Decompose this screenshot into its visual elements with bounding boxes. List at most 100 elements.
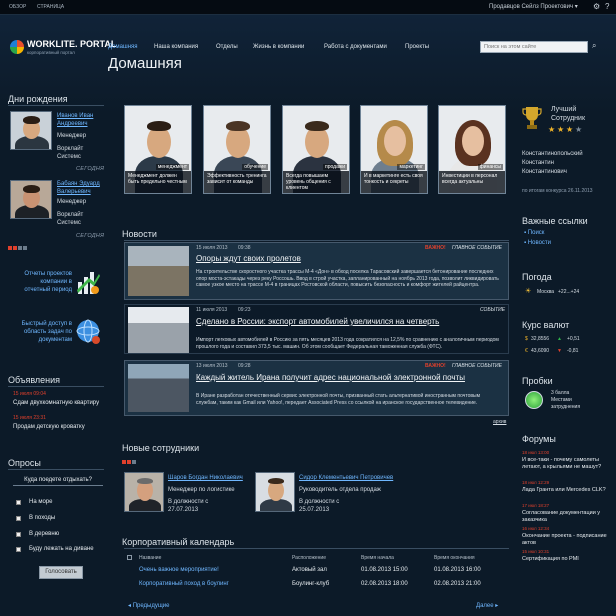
poll-option-checkbox[interactable] (16, 516, 21, 521)
divider (8, 105, 104, 106)
news-date: 13 июля 2013 (196, 363, 228, 369)
news-body: На строительстве скоростного участка тра… (196, 269, 499, 288)
news-item[interactable]: 15 июля 2013 09:38 ВАЖНО! ГЛАВНОЕ СОБЫТИ… (124, 242, 509, 300)
birthday-person-name[interactable]: Иванов Иван Андреевич (57, 112, 93, 128)
tile-tag: менеджмент (155, 164, 189, 170)
birthday-when: СЕГОДНЯ (76, 166, 105, 172)
sun-icon: ☀ (525, 288, 532, 295)
forum-topic[interactable]: И все-таки - почему самолеты летают, а к… (522, 457, 608, 471)
link-news[interactable]: ▪ Новости (524, 240, 551, 246)
news-body: Импорт легковых автомобилей в Россию за … (196, 337, 499, 350)
employee-name[interactable]: Шаров Богдан Николаевич (168, 474, 243, 482)
news-time: 09:28 (238, 363, 251, 369)
forum-topic[interactable]: Лада Гранта или Mercedes CLK? (522, 487, 608, 494)
tab-page[interactable]: СТРАНИЦА (37, 4, 64, 10)
select-all-checkbox[interactable] (127, 555, 132, 560)
category-tile[interactable]: финансы Инвестиции в персонал всегда акт… (438, 105, 506, 194)
news-item[interactable]: 11 июля 2013 09:23 СОБЫТИЕ Сделано в Рос… (124, 304, 509, 354)
avatar (10, 111, 52, 150)
search-input[interactable] (480, 41, 588, 53)
category-tile[interactable]: обучение Эффективность тренинга зависит … (203, 105, 271, 194)
tile-caption: И в маркетинге есть своя тонкость и секр… (361, 171, 427, 193)
logo-icon[interactable] (10, 40, 24, 54)
news-time: 09:23 (238, 307, 251, 313)
employee-since: В должности с 27.07.2013 (168, 499, 209, 513)
nav-home[interactable]: Домашняя (108, 44, 138, 50)
event-link[interactable]: Корпоративный поход в боулинг (139, 581, 229, 587)
event-link[interactable]: Очень важное мероприятие! (139, 567, 219, 573)
promo-tasks-link[interactable]: Быстрый доступ в область задач по документ… (10, 320, 72, 344)
nav-documents[interactable]: Работа с документами (324, 44, 387, 50)
column-header[interactable]: Время начала (361, 555, 394, 561)
user-menu[interactable]: Продавцов Сейлз Проектович ▾ (489, 3, 578, 10)
down-icon: ▼ (557, 348, 562, 354)
logo-subtitle: корпоративный портал (27, 50, 75, 55)
column-header[interactable]: Расположение (292, 555, 326, 561)
rates-title: Курс валют (522, 320, 570, 330)
birthday-person-company: Ворклайт Системс (57, 146, 84, 160)
news-title-link[interactable]: Каждый житель Ирана получит адрес национ… (196, 373, 465, 382)
ad-date: 15 июля 23:31 (13, 415, 46, 421)
event-location: Боулинг-клуб (292, 581, 330, 587)
event-location: Актовый зал (292, 567, 327, 573)
birthday-person-name[interactable]: Бабаян Эдуард Валерьевич (57, 180, 100, 196)
vote-button[interactable]: Голосовать (39, 566, 83, 579)
nav-life[interactable]: Жизнь в компании (253, 44, 304, 50)
gear-icon[interactable]: ⚙ (593, 2, 600, 11)
search-icon[interactable]: ⌕ (592, 41, 602, 53)
best-employee-name[interactable]: Константинопольский Константин Константино… (522, 150, 583, 177)
category-tile[interactable]: продажи Всегда повышаем уровень общения … (282, 105, 350, 194)
forum-topic[interactable]: Окончание проекта - подписание актов (522, 533, 608, 547)
weather-title: Погода (522, 272, 552, 282)
rate-delta: +0,51 (567, 336, 580, 342)
employee-role: Руководитель отдела продаж (299, 487, 381, 493)
tab-overview[interactable]: ОБЗОР (9, 4, 26, 10)
divider (8, 386, 104, 387)
next-page-link[interactable]: Далее ▸ (476, 602, 498, 609)
nav-projects[interactable]: Проекты (405, 44, 429, 50)
news-item[interactable]: 13 июля 2013 09:28 ВАЖНО! ГЛАВНОЕ СОБЫТИ… (124, 360, 509, 416)
traffic-light-icon (525, 391, 543, 409)
links-title: Важные ссылки (522, 216, 588, 226)
category-tile[interactable]: менеджмент Менеджмент должен быть предел… (124, 105, 192, 194)
avatar (255, 472, 295, 512)
forum-topic[interactable]: Согласование документации у заказчика (522, 510, 608, 524)
ad-item[interactable]: Продам детскую кроватку (13, 424, 85, 430)
news-title-link[interactable]: Опоры ждут своих пролетов (196, 254, 301, 263)
up-icon: ▲ (557, 336, 562, 342)
page-title: Домашняя (108, 55, 182, 72)
poll-option-checkbox[interactable] (16, 547, 21, 552)
employee-name[interactable]: Сидор Клементьевич Петровичев (299, 474, 393, 482)
promo-reports-link[interactable]: Отчеты проектов компании в отчетный период (10, 270, 72, 294)
column-header[interactable]: Время окончания (434, 555, 475, 561)
nav-company[interactable]: Наша компания (154, 44, 198, 50)
forum-topic[interactable]: Сертификация по PMI (522, 556, 608, 563)
poll-question: Куда поедете отдыхать? (13, 477, 103, 486)
column-header[interactable]: Название (139, 555, 161, 561)
poll-option-checkbox[interactable] (16, 500, 21, 505)
poll-title: Опросы (8, 458, 41, 468)
logo-text[interactable]: WORKLITE. PORTAL (27, 39, 116, 49)
poll-option-label: На море (29, 499, 53, 505)
top-bar: ОБЗОР СТРАНИЦА Продавцов Сейлз Проектови… (0, 0, 616, 15)
trophy-icon (522, 107, 542, 129)
prev-page-link[interactable]: ◂ Предыдущие (128, 602, 169, 609)
birthday-person-role: Менеджер (57, 133, 87, 139)
tile-caption: Всегда повышаем уровень общения с клиент… (283, 171, 349, 193)
nav-departments[interactable]: Отделы (216, 44, 238, 50)
weather-temp: +22...+24 (558, 289, 580, 295)
news-image (128, 246, 189, 296)
tile-caption: Менеджмент должен быть предельно честным (125, 171, 191, 193)
link-search[interactable]: ▪ Поиск (524, 230, 544, 236)
avatar (124, 472, 164, 512)
help-icon[interactable]: ? (605, 2, 609, 11)
ad-item[interactable]: Сдам двухкомнатную квартиру (13, 400, 99, 406)
tile-tag: маркетинг (397, 164, 425, 170)
rate-value: 32,8556 (531, 336, 550, 342)
divider (124, 548, 509, 549)
poll-option-checkbox[interactable] (16, 532, 21, 537)
category-tile[interactable]: маркетинг И в маркетинге есть своя тонко… (360, 105, 428, 194)
news-title-link[interactable]: Сделано в России: экспорт автомобилей ув… (196, 317, 439, 326)
news-body: В Иране разработан отечественный сервис … (196, 393, 481, 406)
news-archive-link[interactable]: архив (493, 419, 506, 425)
